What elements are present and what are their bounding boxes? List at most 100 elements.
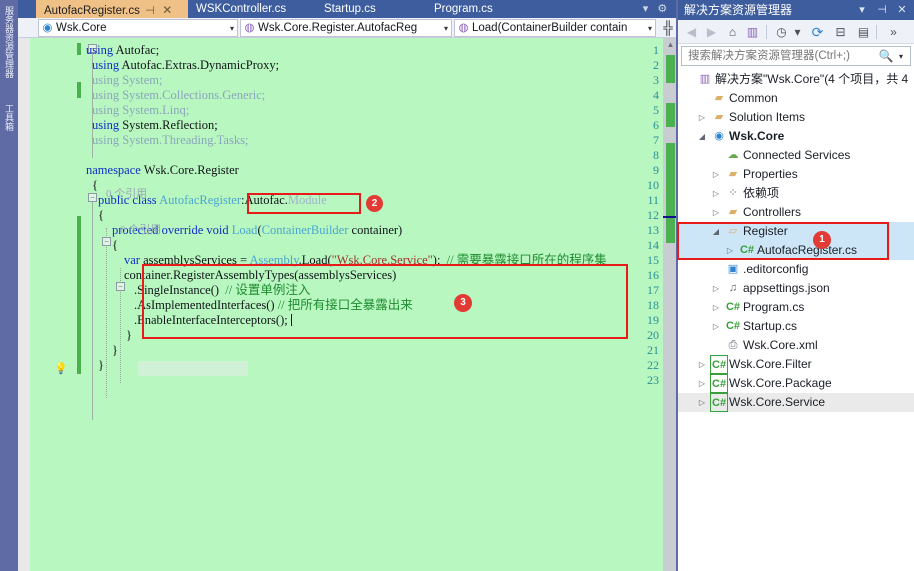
code-line[interactable]: using System.Threading.Tasks;: [92, 133, 248, 148]
chevron-right-icon[interactable]: ▷: [696, 108, 708, 127]
chevron-down-icon[interactable]: ▾: [854, 0, 870, 20]
tree-item-appsettings.json[interactable]: ▷ ♫ appsettings.json: [678, 279, 914, 298]
dock-tab-toolbox[interactable]: 工具箱: [0, 104, 18, 131]
tree-item-solution-items[interactable]: ▷ ▰ Solution Items: [678, 108, 914, 127]
chevron-down-icon[interactable]: ▾: [648, 20, 652, 36]
code-line[interactable]: namespace Wsk.Core.Register: [86, 163, 239, 178]
line-number: 6: [653, 118, 659, 132]
code-line[interactable]: }: [126, 328, 132, 343]
chevron-right-icon[interactable]: ▷: [696, 393, 708, 412]
chevron-right-icon[interactable]: ▷: [710, 165, 722, 184]
code-line[interactable]: using System.Collections.Generic;: [92, 88, 265, 103]
code-token: using System.Collections.Generic;: [92, 88, 266, 102]
project-icon: ◉: [714, 130, 724, 142]
change-bar: [77, 82, 81, 98]
home-icon[interactable]: ⌂: [723, 23, 742, 41]
codelens-reference-count[interactable]: 0 个引用: [106, 187, 147, 202]
change-marker: [666, 55, 675, 83]
chevron-down-icon[interactable]: ◢: [696, 127, 708, 146]
editor-tab-startup[interactable]: Startup.cs: [316, 0, 426, 18]
codelens-reference-count[interactable]: 0 个引用: [120, 223, 161, 238]
solution-icon[interactable]: ▥: [743, 23, 762, 41]
properties-icon: ▰: [728, 168, 738, 180]
code-line[interactable]: {: [98, 208, 104, 223]
forward-icon[interactable]: ▶: [702, 23, 721, 41]
fold-toggle[interactable]: −: [102, 237, 111, 246]
tree-item-wsk.core.xml[interactable]: ⎙ Wsk.Core.xml: [678, 336, 914, 355]
tab-overflow-icon[interactable]: ▾: [640, 0, 652, 18]
dock-tab-server-explorer[interactable]: 服务器资源管理器: [0, 6, 18, 78]
code-token: using: [92, 118, 120, 132]
fold-toggle[interactable]: −: [116, 282, 125, 291]
chevron-right-icon[interactable]: ▷: [696, 355, 708, 374]
chevron-down-icon[interactable]: ▾: [895, 47, 907, 65]
navbar-type-label: Wsk.Core.Register.AutofacReg: [258, 22, 418, 34]
code-token: var: [124, 253, 140, 267]
code-token: {: [112, 238, 118, 252]
editor-tab-label: AutofacRegister.cs: [44, 5, 140, 17]
chevron-right-icon[interactable]: ▷: [710, 203, 722, 222]
navbar-project-dropdown[interactable]: ◉ Wsk.Core ▾: [38, 19, 238, 37]
solution-explorer-search[interactable]: 🔍 ▾: [681, 46, 911, 66]
chevron-right-icon[interactable]: ▷: [710, 184, 722, 203]
line-number: 14: [647, 238, 659, 252]
annotation-box-1: [677, 222, 889, 260]
close-icon[interactable]: ✕: [160, 1, 174, 19]
close-icon[interactable]: ✕: [894, 0, 910, 20]
code-line[interactable]: using Autofac.Extras.DynamicProxy;: [92, 58, 279, 73]
tree-item-wsk.core.filter[interactable]: ▷ C# Wsk.Core.Filter: [678, 355, 914, 374]
fold-toggle[interactable]: −: [88, 193, 97, 202]
refresh-icon[interactable]: ⟳: [808, 23, 827, 41]
code-line[interactable]: {: [92, 178, 98, 193]
editor-tab-wskcontroller[interactable]: WSKController.cs: [188, 0, 316, 18]
chevron-right-icon[interactable]: ▷: [710, 298, 722, 317]
xml-file-icon: ⎙: [728, 339, 738, 351]
chevron-down-icon[interactable]: ▾: [230, 20, 234, 36]
code-line[interactable]: using System.Linq;: [92, 103, 189, 118]
code-line[interactable]: }: [112, 343, 118, 358]
navbar-type-dropdown[interactable]: ◍ Wsk.Core.Register.AutofacReg ▾: [240, 19, 452, 37]
tree-item--[interactable]: ▷ ⁘ 依赖项: [678, 184, 914, 203]
overflow-icon[interactable]: »: [884, 23, 903, 41]
chevron-right-icon[interactable]: ▷: [696, 374, 708, 393]
tree-item-wsk.core.package[interactable]: ▷ C# Wsk.Core.Package: [678, 374, 914, 393]
tree-item-properties[interactable]: ▷ ▰ Properties: [678, 165, 914, 184]
tree-item-connected-services[interactable]: ☁ Connected Services: [678, 146, 914, 165]
tree-item-wsk.core[interactable]: ◢ ◉ Wsk.Core: [678, 127, 914, 146]
code-line[interactable]: }: [98, 358, 104, 373]
code-line[interactable]: using System.Reflection;: [92, 118, 218, 133]
tree-item-label: Connected Services: [743, 148, 851, 162]
chevron-right-icon[interactable]: ▷: [710, 279, 722, 298]
editorconfig-icon: ▣: [727, 263, 739, 275]
search-input[interactable]: [686, 47, 871, 65]
collapse-all-icon[interactable]: ⊟: [831, 23, 850, 41]
tab-bar-controls: ▾ ⚙: [632, 0, 678, 18]
back-icon[interactable]: ◀: [682, 23, 701, 41]
chevron-right-icon[interactable]: ▷: [710, 317, 722, 336]
code-line[interactable]: using System;: [92, 73, 163, 88]
line-number: 4: [653, 88, 659, 102]
csharp-project-icon: C#: [710, 393, 728, 412]
navbar-member-dropdown[interactable]: ◍ Load(ContainerBuilder contain ▾: [454, 19, 656, 37]
tree-item-startup.cs[interactable]: ▷ C# Startup.cs: [678, 317, 914, 336]
code-line[interactable]: {: [112, 238, 118, 253]
properties-icon[interactable]: ▤: [854, 23, 873, 41]
tree-item-.editorconfig[interactable]: ▣ .editorconfig: [678, 260, 914, 279]
chevron-down-icon[interactable]: ▾: [444, 20, 448, 36]
tree-item-wsk.core.service[interactable]: ▷ C# Wsk.Core.Service: [678, 393, 914, 412]
editor-tab-autofacregister[interactable]: AutofacRegister.cs ⊣ ✕: [36, 0, 188, 18]
tree-item-program.cs[interactable]: ▷ C# Program.cs: [678, 298, 914, 317]
pending-changes-dropdown-icon[interactable]: ▾: [788, 23, 807, 41]
tree-item-controllers[interactable]: ▷ ▰ Controllers: [678, 203, 914, 222]
editor-tab-program[interactable]: Program.cs: [426, 0, 538, 18]
pin-icon[interactable]: ⊣: [874, 0, 890, 20]
search-icon[interactable]: 🔍: [878, 47, 894, 65]
tree-item--wsk.core-4-4[interactable]: ▥ 解决方案"Wsk.Core"(4 个项目，共 4: [678, 70, 914, 89]
split-window-button[interactable]: ╬: [660, 19, 676, 37]
code-line[interactable]: using Autofac;: [86, 43, 159, 58]
tree-item-common[interactable]: ▰ Common: [678, 89, 914, 108]
indicator-margin: [18, 38, 30, 571]
lightbulb-icon[interactable]: 💡: [54, 363, 68, 375]
gear-icon[interactable]: ⚙: [654, 0, 670, 18]
tree-item-label: Startup.cs: [743, 319, 798, 333]
